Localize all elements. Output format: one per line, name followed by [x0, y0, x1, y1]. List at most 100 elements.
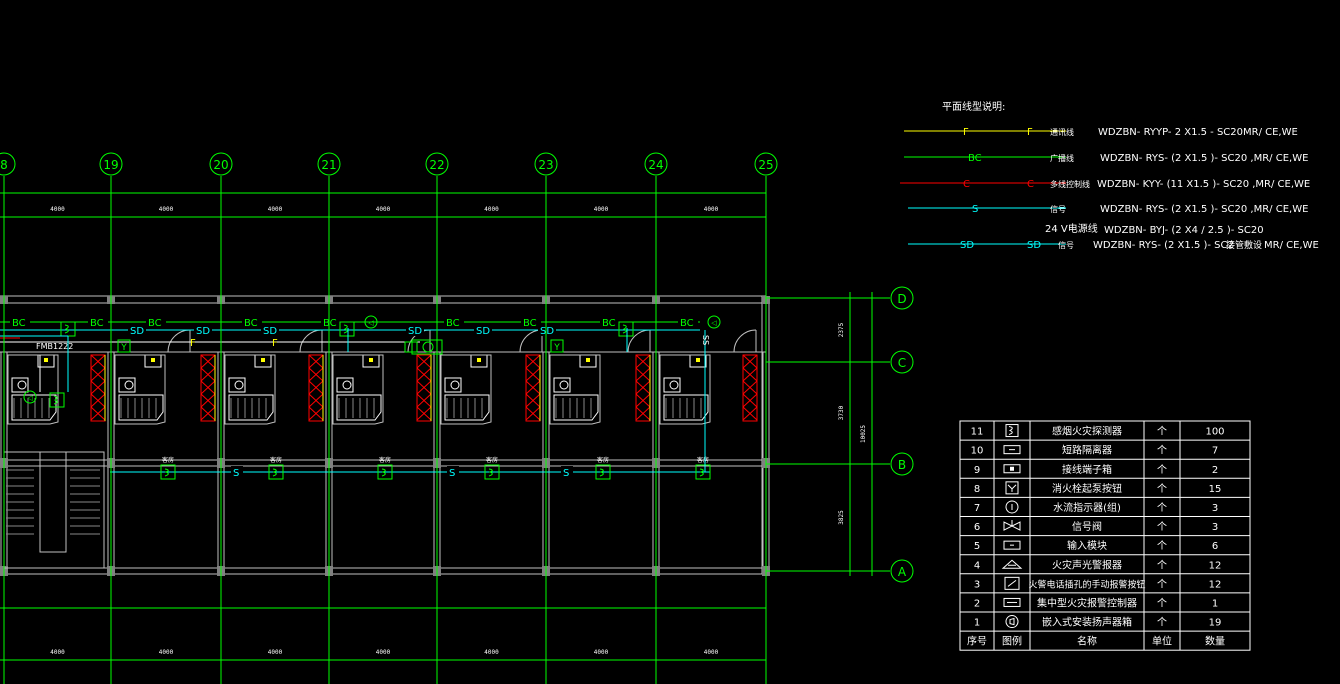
smoke-detector-icon: [1005, 424, 1019, 438]
table-cell-name: 输入模块: [1067, 539, 1107, 552]
sink-tap: [151, 358, 155, 362]
wire-label-bc: BC: [12, 318, 26, 329]
door-arc: [733, 329, 757, 353]
room-tag: 客房: [379, 456, 391, 464]
sink-tap: [696, 358, 700, 362]
legend-spec: WDZBN- RYS- (2 X1.5 )- SC20 ,MR/ CE,WE: [1100, 204, 1308, 215]
dim-text-top: 4000: [159, 206, 174, 213]
wire-label-bc: BC: [244, 318, 258, 329]
bathroom-wall: [440, 354, 492, 425]
table-cell-name: 水流指示器(组): [1053, 501, 1121, 514]
speaker-glyph: ◁: [27, 394, 33, 402]
table-cell-no: 8: [974, 484, 980, 495]
wire-label-s: S: [233, 468, 239, 479]
legend-spec-tail: MR/ CE,WE: [1264, 240, 1319, 251]
wire-label-bc: BC: [446, 318, 460, 329]
axis-label-col: 19: [103, 158, 118, 172]
table-cell-qty: 19: [1209, 618, 1222, 629]
cad-drawing: 平面线型说明: F F 通讯线 WDZBN- RYYP- 2 X1.5 - SC20M…: [0, 100, 1319, 684]
wire-label-bc: BC: [90, 318, 104, 329]
legend-title: 平面线型说明:: [942, 100, 1005, 113]
table-cell-unit: 个: [1157, 445, 1167, 457]
table-cell-unit: 个: [1157, 597, 1167, 609]
table-header: 名称: [1077, 635, 1097, 648]
toilet-bowl: [669, 380, 679, 390]
wire-label-bc: BC: [523, 318, 537, 329]
table-cell-unit: 个: [1157, 617, 1167, 629]
dim-text-right: 2375: [838, 322, 845, 337]
table-cell-no: 11: [971, 427, 984, 438]
wire-label-sd: SD: [408, 326, 422, 337]
table-row: 9 接线端子箱 个 2: [974, 463, 1218, 476]
table-cell-unit: 个: [1157, 502, 1167, 514]
table-cell-unit: 个: [1157, 540, 1167, 552]
sink-tap: [261, 358, 265, 362]
legend-spec: WDZBN- RYYP- 2 X1.5 - SC20MR/ CE,WE: [1098, 127, 1298, 138]
table-cell-no: 2: [974, 598, 980, 609]
legend-name: 24 V电源线: [1045, 222, 1098, 235]
table-row: 7 水流指示器(组) 个 3: [974, 500, 1218, 514]
sink-tap: [586, 358, 590, 362]
stair-well: [39, 451, 67, 553]
dim-text-bottom: 4000: [704, 649, 719, 656]
table-row: 6 信号阀 个 3: [974, 520, 1218, 533]
wire-label-f: F: [190, 338, 196, 349]
table-cell-name: 接线端子箱: [1062, 463, 1112, 476]
ceiling-speaker-icon: [1005, 615, 1019, 629]
table-cell-qty: 3: [1212, 503, 1218, 514]
smoke-detector-icon: [60, 321, 76, 337]
toilet-bowl: [124, 380, 134, 390]
toilet-bowl: [17, 380, 27, 390]
dim-text-top: 4000: [704, 206, 719, 213]
smoke-detector-glyph: [343, 324, 348, 334]
toilet-bowl: [559, 380, 569, 390]
table-cell-no: 10: [971, 446, 984, 457]
axis-label-row: D: [897, 292, 906, 306]
toilet-bowl: [450, 380, 460, 390]
axis-label-col: 25: [758, 158, 773, 172]
line-type-legend: 平面线型说明: F F 通讯线 WDZBN- RYYP- 2 X1.5 - SC20M…: [900, 100, 1319, 251]
table-cell-qty: 12: [1209, 579, 1222, 590]
wire-label-sd: SD: [130, 326, 144, 337]
smoke-detector-icon: [618, 321, 634, 337]
bathroom-wall: [224, 354, 276, 425]
axis-label-col: 20: [213, 158, 228, 172]
smoke-detector-glyph: [64, 324, 69, 334]
dim-text-bottom: 4000: [50, 649, 65, 656]
table-cell-qty: 3: [1212, 522, 1218, 533]
bathroom-wall: [114, 354, 166, 425]
axis-label-row: A: [898, 565, 907, 579]
pipe-tag: SS: [701, 335, 710, 345]
table-header: 数量: [1205, 635, 1225, 648]
legend-spec: WDZBN- RYS- (2 X1.5 )- SC2: [1093, 240, 1234, 251]
table-cell-qty: 2: [1212, 465, 1218, 476]
table-cell-no: 3: [974, 579, 980, 590]
table-cell-unit: 个: [1157, 578, 1167, 590]
icon-glyph: [1010, 466, 1014, 471]
table-row: 3 火警电话插孔的手动报警按钮个 12: [974, 576, 1222, 590]
axis-label-col: 23: [538, 158, 553, 172]
table-cell-no: 4: [974, 560, 980, 571]
sound-light-alarm-icon: [1001, 559, 1023, 569]
legend-symbol: F: [963, 127, 969, 138]
bathroom-wall: [7, 354, 59, 425]
bathroom-wall: [549, 354, 601, 425]
legend-row: BC 广播线 WDZBN- RYS- (2 X1.5 )- SC20 ,MR/ CE…: [904, 153, 1308, 164]
table-row: 4 火灾声光警报器 个 12: [974, 558, 1222, 571]
wire-label-bc: BC: [148, 318, 162, 329]
legend-name: 广播线: [1050, 153, 1074, 163]
legend-row: S 信号 WDZBN- RYS- (2 X1.5 )- SC20 ,MR/ CE,W…: [908, 204, 1308, 215]
table-cell-name: 感烟火灾探测器: [1052, 425, 1122, 438]
dim-text-top: 4000: [268, 206, 283, 213]
table-cell-no: 1: [974, 618, 980, 629]
hydrant-button-icon: [1005, 481, 1019, 495]
table-cell-no: 7: [974, 503, 980, 514]
wire-label-bc: BC: [602, 318, 616, 329]
axis-label-col: 22: [429, 158, 444, 172]
table-cell-name: 嵌入式安装扬声器箱: [1042, 616, 1132, 629]
axis-label-col: 8: [0, 158, 8, 172]
legend-name: 信号: [1058, 240, 1074, 250]
wire-label-s: S: [449, 468, 455, 479]
legend-symbol: SD: [1027, 240, 1041, 251]
table-cell-qty: 6: [1212, 541, 1218, 552]
